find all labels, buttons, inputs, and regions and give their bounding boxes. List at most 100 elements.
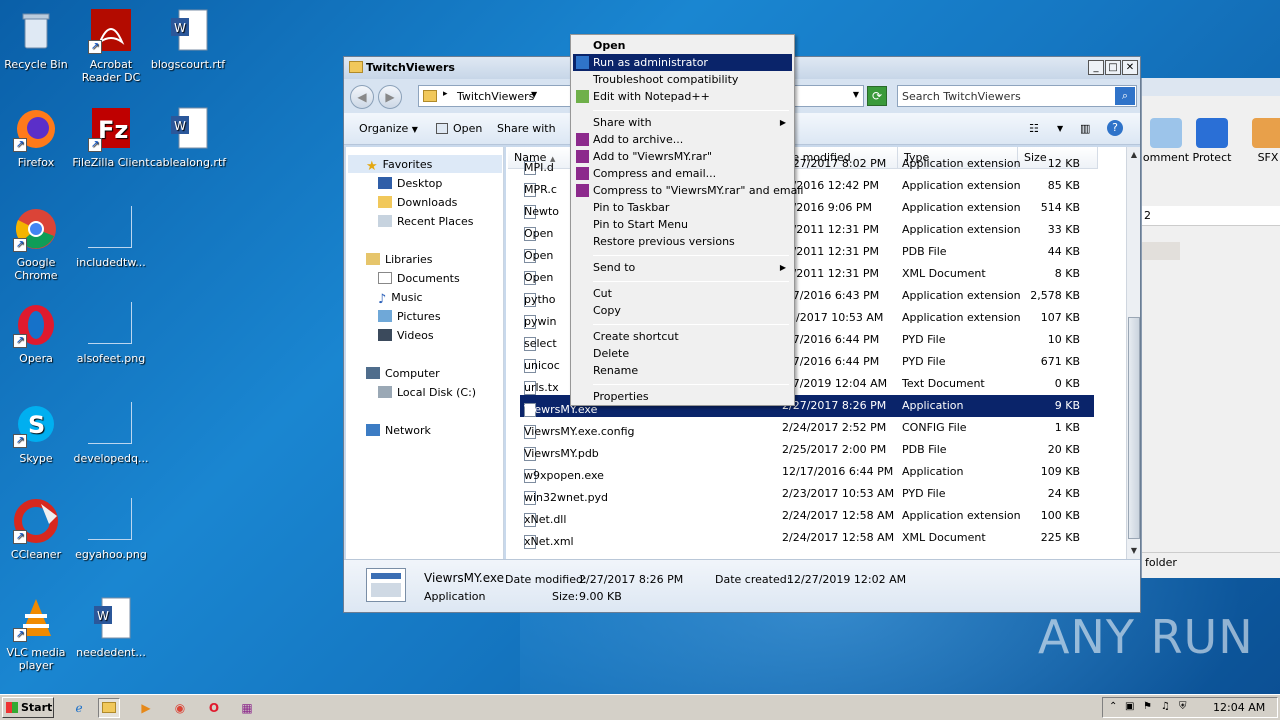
sfx-tool[interactable]: SFX xyxy=(1238,118,1280,164)
menu-properties[interactable]: Properties xyxy=(573,388,792,405)
menu-cut[interactable]: Cut xyxy=(573,285,792,302)
file-row[interactable]: ViewrsMY.exe.config 2/24/2017 2:52 PM CONF… xyxy=(520,417,1094,439)
skype-icon-item[interactable]: S ↗ Skype xyxy=(0,402,75,465)
scrollbar-thumb[interactable] xyxy=(1128,317,1140,539)
filezilla-icon-item[interactable]: Fz ↗ FileZilla Client xyxy=(72,106,150,169)
developedq-file-icon[interactable]: developedq... xyxy=(72,402,150,465)
file-size: 24 KB xyxy=(1047,487,1080,500)
search-input[interactable]: Search TwitchViewers ⌕ xyxy=(897,85,1137,107)
tray-speaker-icon[interactable]: ♫ xyxy=(1161,701,1170,712)
tray-expand-icon[interactable]: ⌃ xyxy=(1109,701,1117,712)
file-row[interactable]: ViewrsMY.pdb 2/25/2017 2:00 PM PDB File 20 … xyxy=(520,439,1094,461)
preview-pane-icon[interactable]: ▥ xyxy=(1080,122,1090,135)
file-row[interactable]: xNet.dll 2/24/2017 12:58 AM Application ex… xyxy=(520,505,1094,527)
menu-delete[interactable]: Delete xyxy=(573,345,792,362)
menu-run-as-admin[interactable]: Run as administrator xyxy=(573,54,792,71)
nav-pictures[interactable]: Pictures xyxy=(378,310,441,323)
menu-add-to-rar[interactable]: Add to "ViewrsMY.rar" xyxy=(573,148,792,165)
scroll-down-icon[interactable]: ▼ xyxy=(1127,543,1141,559)
vertical-scrollbar[interactable]: ▲ ▼ xyxy=(1126,147,1140,559)
forward-button[interactable]: ▶ xyxy=(378,85,402,109)
includedtw-file-icon[interactable]: includedtw... xyxy=(72,206,150,269)
breadcrumb[interactable]: TwitchViewers xyxy=(457,90,534,103)
tray-network-icon[interactable]: ▣ xyxy=(1125,701,1134,712)
firefox-icon-item[interactable]: ↗ Firefox xyxy=(0,106,75,169)
share-with-button[interactable]: Share with xyxy=(497,122,556,135)
file-row[interactable]: xNet.xml 2/24/2017 12:58 AM XML Document 22… xyxy=(520,527,1094,549)
svg-text:S: S xyxy=(28,411,45,439)
menu-restore-versions[interactable]: Restore previous versions xyxy=(573,233,792,250)
recycle-bin-icon[interactable]: Recycle Bin xyxy=(0,8,75,71)
address-dropdown-icon[interactable]: ▼ xyxy=(853,90,859,99)
file-size: 8 KB xyxy=(1054,267,1080,280)
neededent-file-icon[interactable]: W neededent... xyxy=(72,596,150,659)
menu-copy[interactable]: Copy xyxy=(573,302,792,319)
search-icon[interactable]: ⌕ xyxy=(1115,87,1135,105)
file-row[interactable]: win32wnet.pyd 2/23/2017 10:53 AM PYD File 2… xyxy=(520,483,1094,505)
menu-share-with[interactable]: Share with ▶ xyxy=(573,114,792,131)
pictures-icon xyxy=(378,310,392,322)
winrar-taskbar-icon[interactable]: ▦ xyxy=(236,698,258,718)
acrobat-reader-icon[interactable]: ↗ Acrobat Reader DC xyxy=(72,8,150,84)
nav-local-disk[interactable]: Local Disk (C:) xyxy=(378,386,476,399)
back-button[interactable]: ◀ xyxy=(350,85,374,109)
scroll-up-icon[interactable]: ▲ xyxy=(1127,147,1141,163)
file-row[interactable]: w9xpopen.exe 12/17/2016 6:44 PM Applicatio… xyxy=(520,461,1094,483)
menu-edit-notepad[interactable]: Edit with Notepad++ xyxy=(573,88,792,105)
cablealong-file-icon[interactable]: W cablealong.rtf xyxy=(149,106,227,169)
minimize-button[interactable]: _ xyxy=(1088,60,1104,75)
nav-desktop[interactable]: Desktop xyxy=(378,177,442,190)
nav-network[interactable]: Network xyxy=(366,424,431,437)
media-player-taskbar-icon[interactable]: ▶ xyxy=(135,698,157,718)
menu-add-to-archive[interactable]: Add to archive... xyxy=(573,131,792,148)
file-size: 20 KB xyxy=(1047,443,1080,456)
menu-open[interactable]: Open xyxy=(573,37,792,54)
menu-rename[interactable]: Rename xyxy=(573,362,792,379)
nav-libraries[interactable]: Libraries xyxy=(366,253,433,266)
nav-videos[interactable]: Videos xyxy=(378,329,434,342)
egyahoo-file-icon[interactable]: egyahoo.png xyxy=(72,498,150,561)
tray-flag-icon[interactable]: ⚑ xyxy=(1143,701,1152,712)
nav-music[interactable]: ♪ Music xyxy=(378,291,423,307)
blank-file-icon xyxy=(88,498,134,544)
explorer-taskbar-icon[interactable] xyxy=(98,698,120,718)
menu-troubleshoot[interactable]: Troubleshoot compatibility xyxy=(573,71,792,88)
menu-pin-start[interactable]: Pin to Start Menu xyxy=(573,216,792,233)
close-button[interactable]: ✕ xyxy=(1122,60,1138,75)
refresh-icon[interactable]: ⟳ xyxy=(867,86,887,106)
alsofeet-file-icon[interactable]: alsofeet.png xyxy=(72,302,150,365)
vlc-icon-item[interactable]: ↗ VLC media player xyxy=(0,596,75,672)
nav-downloads[interactable]: Downloads xyxy=(378,196,457,209)
chrome-icon-item[interactable]: ↗ Google Chrome xyxy=(0,206,75,282)
opera-taskbar-icon[interactable]: O xyxy=(203,698,225,718)
background-window[interactable]: omment Protect SFX 2 folder xyxy=(1141,78,1280,578)
maximize-button[interactable]: □ xyxy=(1105,60,1121,75)
protect-tool[interactable]: Protect xyxy=(1182,118,1242,164)
svg-text:W: W xyxy=(174,21,186,35)
organize-button[interactable]: Organize ▼ xyxy=(359,122,418,135)
chevron-down-icon[interactable]: ▼ xyxy=(531,90,537,99)
chevron-down-icon[interactable]: ▼ xyxy=(1057,124,1063,133)
context-menu[interactable]: Open Run as administrator Troubleshoot com… xyxy=(570,34,803,406)
menu-send-to[interactable]: Send to ▶ xyxy=(573,259,792,276)
menu-compress-rar-email[interactable]: Compress to "ViewrsMY.rar" and email xyxy=(573,182,803,199)
nav-recent-places[interactable]: Recent Places xyxy=(378,215,474,228)
opera-icon-item[interactable]: ↗ Opera xyxy=(0,302,75,365)
nav-favorites[interactable]: ★ Favorites xyxy=(366,158,432,174)
chrome-taskbar-icon[interactable]: ◉ xyxy=(169,698,191,718)
nav-computer[interactable]: Computer xyxy=(366,367,440,380)
menu-pin-taskbar[interactable]: Pin to Taskbar xyxy=(573,199,792,216)
menu-compress-email[interactable]: Compress and email... xyxy=(573,165,792,182)
help-icon[interactable]: ? xyxy=(1107,120,1123,136)
tray-security-icon[interactable]: ⛨ xyxy=(1179,701,1187,712)
shortcut-arrow-icon: ↗ xyxy=(88,40,102,54)
nav-documents[interactable]: Documents xyxy=(378,272,460,285)
view-options-icon[interactable]: ☷ xyxy=(1029,122,1039,135)
ccleaner-icon-item[interactable]: ↗ CCleaner xyxy=(0,498,75,561)
open-button[interactable]: Open xyxy=(436,122,482,135)
clock[interactable]: 12:04 AM xyxy=(1213,701,1265,714)
ie-taskbar-icon[interactable]: ℯ xyxy=(68,698,90,718)
blogscourt-file-icon[interactable]: W blogscourt.rtf xyxy=(149,8,227,71)
menu-create-shortcut[interactable]: Create shortcut xyxy=(573,328,792,345)
start-button[interactable]: Start xyxy=(2,697,54,718)
